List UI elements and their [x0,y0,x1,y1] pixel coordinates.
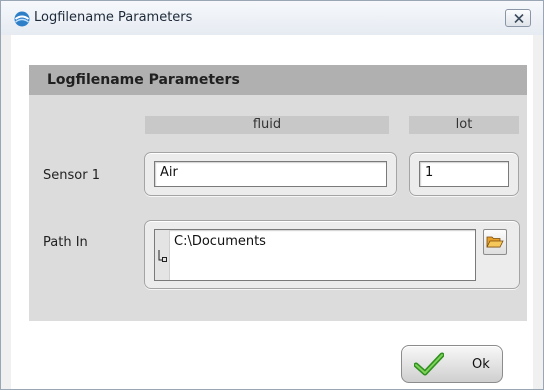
fluid-input[interactable]: Air [154,161,387,187]
fluid-input-value: Air [160,165,178,180]
sensor-row-label: Sensor 1 [43,168,100,183]
fluid-field-frame: Air [144,152,397,196]
path-tree-icon [158,250,167,262]
panel-title: Logfilename Parameters [47,72,240,88]
checkmark-icon [414,352,444,376]
close-icon [514,14,524,23]
column-header-fluid: fluid [145,116,389,134]
app-logo-icon [14,11,30,27]
path-input-value: C:\Documents [174,234,266,249]
lot-input-value: 1 [425,165,434,180]
lot-input[interactable]: 1 [419,161,509,187]
ok-button[interactable]: Ok [401,345,503,383]
dialog-window: Logfilename Parameters Logfilename Param… [0,0,544,390]
path-row-label: Path In [43,235,88,250]
browse-folder-button[interactable] [483,229,507,255]
path-input[interactable]: C:\Documents [154,229,476,281]
path-field-frame: C:\Documents [144,220,520,289]
title-bar: Logfilename Parameters [1,1,543,35]
window-title: Logfilename Parameters [34,10,193,25]
parameters-panel: Logfilename Parameters fluid lot Sensor … [29,65,527,321]
path-gutter [155,230,170,280]
close-button[interactable] [505,9,531,27]
folder-open-icon [486,236,504,248]
ok-button-label: Ok [472,357,490,372]
dialog-body: Logfilename Parameters fluid lot Sensor … [11,35,533,389]
column-header-lot: lot [409,116,519,134]
panel-header: Logfilename Parameters [29,65,527,95]
lot-field-frame: 1 [409,152,519,196]
